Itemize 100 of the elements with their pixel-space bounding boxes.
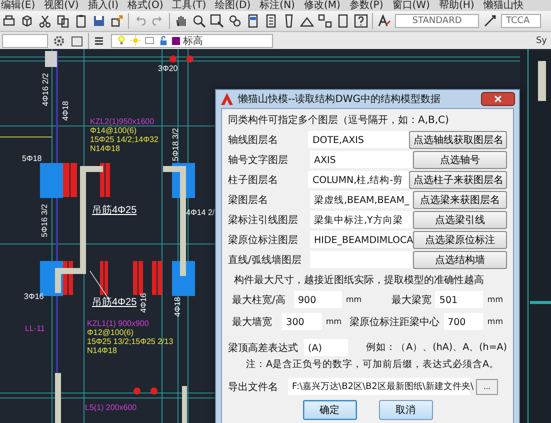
field-label: 柱子图层名: [228, 174, 279, 186]
drawing-annotation: KZL2(1)950x1600: [90, 118, 154, 126]
drawing-annotation: 15Φ25 13/2;15Φ25 2/13: [87, 338, 174, 346]
field-label: 轴号文字图层: [228, 154, 289, 166]
scissors-icon[interactable]: [38, 14, 52, 28]
pick-button[interactable]: 点选轴线获取图层名: [408, 130, 507, 148]
drawing-annotation: Φ12@100(6): [87, 329, 134, 337]
layer-field[interactable]: DOTE,AXIS: [308, 131, 409, 148]
copy-icon[interactable]: [56, 14, 70, 28]
drawing-annotation: 吊筋4Φ25: [92, 206, 137, 216]
size-field[interactable]: 501: [435, 291, 484, 308]
zoom-icon[interactable]: [192, 14, 206, 28]
layer-field[interactable]: AXIS: [310, 151, 412, 168]
layer-field[interactable]: COLUMN,柱,结构-剪: [308, 171, 409, 188]
field-label: 梁原位标注距梁中心: [350, 316, 440, 328]
menu-item[interactable]: 懒猫山快: [483, 0, 524, 11]
layer-color-swatch: [172, 36, 180, 44]
field-label: 最大柱宽/高: [232, 294, 286, 306]
properties-icon[interactable]: [246, 14, 260, 28]
lock-icon[interactable]: [158, 35, 169, 46]
sheet-icon[interactable]: [264, 14, 278, 28]
layer-field[interactable]: 梁虚线,BEAM,BEAM_: [310, 191, 412, 208]
drawing-annotation: 吊筋4Φ25: [92, 298, 137, 308]
size-field[interactable]: 700: [444, 313, 484, 330]
field-label: 导出文件名: [228, 380, 279, 394]
menu-item[interactable]: 修改(M): [304, 0, 340, 11]
text-style-icon[interactable]: [377, 14, 391, 28]
dimension-style-dropdown[interactable]: TCCA: [501, 14, 541, 28]
save-icon[interactable]: [92, 14, 106, 28]
print-icon[interactable]: [2, 14, 16, 28]
layer-field[interactable]: 梁集中标注,Y方向梁: [310, 211, 412, 228]
pick-button[interactable]: 点选梁引线: [413, 210, 507, 228]
pick-button[interactable]: 点选梁原位标注: [413, 230, 507, 248]
drawing-annotation: 3Φ16: [24, 293, 44, 301]
field-label: 最大梁宽: [391, 294, 432, 306]
help-icon[interactable]: [354, 14, 368, 28]
menu-item[interactable]: 视图(V): [44, 0, 79, 11]
pick-button[interactable]: 点选轴号: [413, 150, 507, 168]
layer-field[interactable]: HIDE_BEAMDIMLOCA: [310, 231, 412, 248]
menu-item[interactable]: 绘图(D): [215, 0, 251, 11]
viewport-icon[interactable]: [144, 35, 155, 46]
text-style-dropdown[interactable]: STANDARD: [395, 14, 479, 28]
export-icon[interactable]: [110, 14, 124, 28]
style-text: Sy: [536, 36, 548, 46]
field-label: 梁顶高差表达式: [228, 342, 298, 354]
pick-button[interactable]: 点选柱子来获图层名: [408, 170, 507, 188]
drawing-annotation: 15Φ25 14/2;14Φ32: [90, 136, 158, 144]
drawing-annotation: Φ14@100(6): [90, 127, 137, 135]
drawing-annotation: 4Φ18: [174, 297, 182, 317]
paste-icon[interactable]: [74, 14, 88, 28]
logo-icon[interactable]: [220, 92, 234, 106]
dimension-style-icon[interactable]: [483, 14, 497, 28]
lightbulb-icon[interactable]: [116, 35, 127, 46]
example-text: 例如：（A）、(hA)、A、(h=A): [366, 341, 507, 354]
hand-icon[interactable]: [174, 14, 188, 28]
menu-item[interactable]: 工具(T): [172, 0, 206, 11]
dialog-button[interactable]: 确定: [302, 400, 356, 420]
drawing-annotation: L5(1) 200x600: [85, 404, 137, 412]
unit-label: mm: [487, 295, 503, 304]
expression-field[interactable]: (A): [304, 339, 348, 356]
menu-item[interactable]: 格式(O): [128, 0, 164, 11]
drawing-annotation: KZL1(1) 900x900: [87, 320, 149, 328]
layer-name: 标高: [183, 34, 203, 48]
dialog-button[interactable]: 取消: [378, 400, 432, 420]
drawing-annotation: N14Φ18: [90, 145, 120, 153]
hint-text: 同类构件可指定多个图层（逗号隔开，如：A,B,C): [228, 114, 450, 127]
drawing-annotation: 5Φ18: [22, 155, 42, 163]
gear-icon[interactable]: [52, 34, 66, 48]
pick-button[interactable]: 点选梁来获图层名: [413, 190, 507, 208]
unit-label: mm: [487, 317, 503, 326]
pick-button[interactable]: 点选结构墙: [413, 250, 507, 268]
menu-item[interactable]: 帮助(H): [438, 0, 474, 11]
drawing-annotation: 5Φ18 3/2: [172, 128, 180, 162]
menu-item[interactable]: 编辑(E): [1, 0, 36, 11]
menu-item[interactable]: 参数(P): [349, 0, 384, 11]
drawing-annotation: 3Φ20: [158, 65, 178, 73]
size-field[interactable]: 300: [282, 313, 322, 330]
cube-icon[interactable]: [20, 14, 34, 28]
note-text: 注：A是含正负号的数字，可加前后缀，表达式必须含A。: [245, 358, 500, 371]
field-label: 直线/弧线墙图层: [228, 254, 302, 266]
drawing-annotation: 4Φ16: [140, 293, 148, 313]
close-icon: [493, 94, 503, 104]
layer-dropdown[interactable]: 标高: [111, 34, 273, 48]
field-label: 轴线图层名: [228, 134, 279, 146]
field-label: 梁图层名: [228, 194, 269, 206]
browse-button[interactable]: ...: [476, 378, 498, 394]
section-note: 构件最大尺寸，越接近图纸实际，提取模型的准确性越高: [234, 274, 485, 287]
zoom-previous-icon[interactable]: [228, 14, 242, 28]
blocks-icon[interactable]: [318, 14, 332, 28]
drawing-annotation: 4Φ16 2/2: [42, 73, 50, 106]
unit-label: mm: [346, 295, 362, 304]
field-label: 最大墙宽: [232, 316, 273, 328]
drawing-annotation: 4Φ14 2/: [186, 209, 215, 217]
zoom-window-icon[interactable]: [210, 14, 224, 28]
menu-item[interactable]: 插入(I): [88, 0, 119, 11]
layer-field[interactable]: [310, 251, 412, 268]
size-field[interactable]: 900: [294, 291, 342, 308]
unit-label: mm: [326, 317, 342, 326]
close-button[interactable]: [481, 92, 515, 106]
dialog-title: 懒猫山快模--读取结构DWG中的结构模型数据: [238, 92, 442, 106]
